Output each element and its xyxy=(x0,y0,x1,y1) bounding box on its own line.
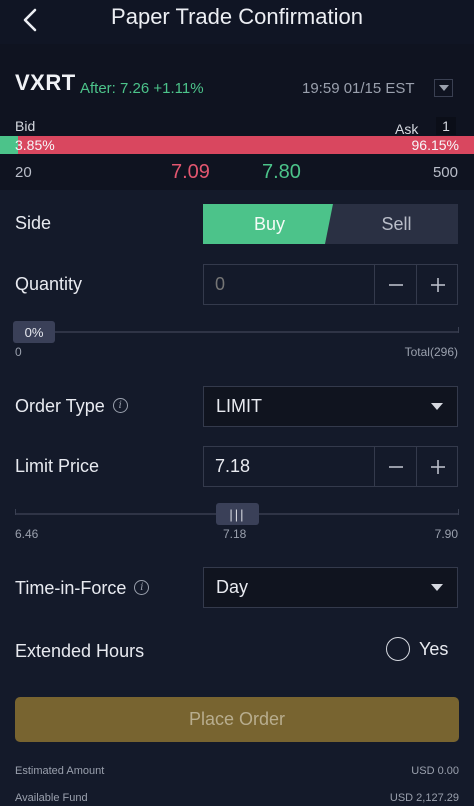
extended-hours-label: Extended Hours xyxy=(15,641,145,661)
after-hours-quote: After: 7.26 +1.11% xyxy=(80,80,204,97)
time-in-force-select[interactable]: Day xyxy=(203,567,458,608)
order-type-value: LIMIT xyxy=(216,396,263,416)
minus-icon xyxy=(388,465,403,468)
quantity-decrement-button[interactable] xyxy=(374,265,416,304)
plus-icon xyxy=(430,277,445,292)
back-arrow-icon xyxy=(23,8,37,32)
info-icon[interactable]: i xyxy=(134,579,150,595)
bid-ask-ratio-bar xyxy=(0,136,474,154)
limit-price-min-label: 6.46 xyxy=(15,527,39,541)
minus-icon xyxy=(388,283,403,286)
bid-size: 20 xyxy=(15,164,32,181)
back-button[interactable] xyxy=(10,2,50,38)
limit-price-slider-start-tick xyxy=(15,509,16,515)
bid-price: 7.09 xyxy=(171,161,210,183)
estimated-amount-label: Estimated Amount xyxy=(15,765,105,777)
ask-size: 500 xyxy=(432,164,458,181)
time-in-force-label: Time-in-Force i xyxy=(15,578,150,599)
quantity-total-label: Total(296) xyxy=(404,345,458,359)
plus-icon xyxy=(430,459,445,474)
quantity-input[interactable] xyxy=(204,265,374,304)
order-type-label-text: Order Type xyxy=(15,396,105,416)
estimated-amount-row: Estimated Amount USD 0.00 xyxy=(15,765,459,777)
info-icon[interactable]: i xyxy=(112,397,128,413)
quantity-slider-end-tick xyxy=(458,327,459,333)
ask-price: 7.80 xyxy=(262,161,301,183)
quote-dropdown-button[interactable] xyxy=(434,79,453,97)
time-in-force-dropdown-arrow xyxy=(417,568,457,607)
order-type-label: Order Type i xyxy=(15,396,128,417)
place-order-button[interactable]: Place Order xyxy=(15,697,459,742)
available-fund-value: USD 2,127.29 xyxy=(389,792,459,804)
ask-count: 1 xyxy=(436,117,456,135)
limit-price-stepper xyxy=(203,446,458,487)
limit-price-increment-button[interactable] xyxy=(416,447,458,486)
limit-price-max-label: 7.90 xyxy=(434,527,458,541)
limit-price-mid-label: 7.18 xyxy=(223,527,247,541)
quote-panel xyxy=(0,44,474,190)
limit-price-label: Limit Price xyxy=(15,456,100,476)
ask-percent: 96.15% xyxy=(411,137,459,153)
extended-hours-radio[interactable] xyxy=(386,637,410,661)
quote-timestamp: 19:59 01/15 EST xyxy=(302,80,415,97)
limit-price-decrement-button[interactable] xyxy=(374,447,416,486)
side-toggle: Buy Sell xyxy=(203,204,458,244)
bid-percent: 3.85% xyxy=(15,137,55,153)
buy-button[interactable]: Buy xyxy=(203,204,336,244)
order-type-dropdown-arrow xyxy=(417,387,457,426)
limit-price-slider-thumb[interactable]: ||| xyxy=(216,503,259,525)
quantity-increment-button[interactable] xyxy=(416,265,458,304)
page-title: Paper Trade Confirmation xyxy=(111,4,363,29)
quantity-slider-thumb[interactable]: 0% xyxy=(13,321,55,343)
caret-down-icon xyxy=(431,584,443,591)
quantity-min-label: 0 xyxy=(15,345,22,359)
order-type-select[interactable]: LIMIT xyxy=(203,386,458,427)
bid-label: Bid xyxy=(15,118,36,134)
quantity-slider-track[interactable] xyxy=(15,331,459,333)
available-fund-row: Available Fund USD 2,127.29 xyxy=(15,792,459,804)
extended-hours-yes-label[interactable]: Yes xyxy=(419,639,448,660)
sell-button[interactable]: Sell xyxy=(325,204,458,244)
side-label: Side xyxy=(15,213,52,233)
quantity-label: Quantity xyxy=(15,274,83,294)
caret-down-icon xyxy=(431,403,443,410)
caret-down-icon xyxy=(438,85,449,91)
time-in-force-label-text: Time-in-Force xyxy=(15,578,127,598)
available-fund-label: Available Fund xyxy=(15,792,88,804)
ticker-symbol: VXRT xyxy=(15,70,76,95)
ask-label: Ask xyxy=(395,121,419,137)
limit-price-slider-end-tick xyxy=(458,509,459,515)
time-in-force-value: Day xyxy=(216,577,249,597)
estimated-amount-value: USD 0.00 xyxy=(411,765,459,777)
quantity-stepper xyxy=(203,264,458,305)
limit-price-input[interactable] xyxy=(204,447,374,486)
